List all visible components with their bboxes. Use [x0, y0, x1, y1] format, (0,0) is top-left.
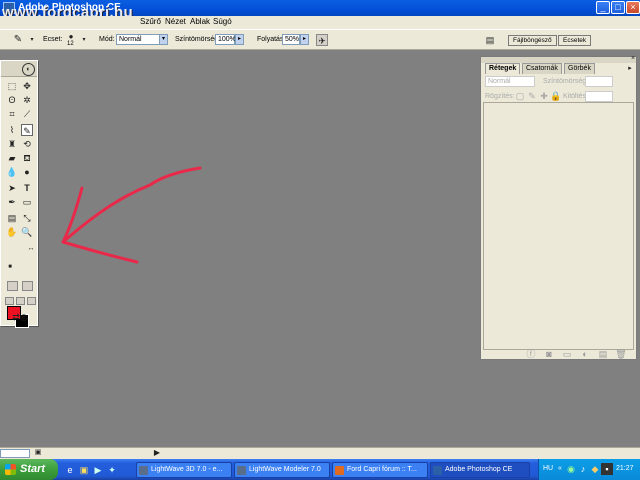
- windows-logo-icon: [5, 464, 16, 475]
- task-lightwave-modeler[interactable]: LightWave Modeler 7.0: [234, 462, 330, 478]
- layer-opacity-input[interactable]: [585, 76, 613, 87]
- firefox-icon: [335, 466, 344, 475]
- delete-layer-icon[interactable]: 🗑: [615, 348, 627, 360]
- lock-pixels-icon[interactable]: ✎: [526, 90, 538, 102]
- layers-panel: × Rétegek Csatornák Görbék ▸ Normál Szín…: [480, 55, 637, 360]
- lightwave-icon: [237, 466, 246, 475]
- layer-blend-mode-select[interactable]: Normál: [485, 76, 535, 87]
- status-bar: ▣ ▶: [0, 447, 640, 459]
- zoom-field[interactable]: [0, 449, 30, 458]
- layer-style-icon[interactable]: ⓕ: [525, 348, 537, 360]
- tray-volume-icon[interactable]: ♪: [577, 463, 589, 475]
- adjustment-layer-icon[interactable]: ◐: [579, 348, 591, 360]
- tray-app-icon[interactable]: ◆: [589, 463, 601, 475]
- task-label: Adobe Photoshop CE: [445, 466, 513, 473]
- tray-network-icon[interactable]: ◉: [565, 463, 577, 475]
- photoshop-icon: [433, 466, 442, 475]
- panel-menu-icon[interactable]: ▸: [624, 63, 636, 75]
- quicklaunch-ie-icon[interactable]: e: [64, 464, 76, 476]
- lock-all-icon[interactable]: 🔒: [550, 90, 562, 102]
- layer-opacity-label: Színtömörség:: [543, 78, 589, 85]
- taskbar: Start e ▣ ▶ ✦ LightWave 3D 7.0 - e... Li…: [0, 459, 640, 480]
- system-tray: HU « ◉ ♪ ◆ ▪ 21:27: [538, 459, 640, 480]
- task-photoshop[interactable]: Adobe Photoshop CE: [430, 462, 530, 478]
- tray-display-icon[interactable]: ▪: [601, 463, 613, 475]
- task-label: LightWave Modeler 7.0: [249, 466, 321, 473]
- new-set-icon[interactable]: ▭: [561, 348, 573, 360]
- tab-layers[interactable]: Rétegek: [485, 63, 521, 74]
- task-label: Ford Capri fórum :: T...: [347, 466, 417, 473]
- lock-label: Rögzítés:: [485, 93, 515, 100]
- fill-input[interactable]: [585, 91, 613, 102]
- quicklaunch-media-icon[interactable]: ▶: [92, 464, 104, 476]
- clock: 21:27: [616, 465, 634, 472]
- tab-curves[interactable]: Görbék: [564, 63, 595, 74]
- arrow-stroke: [61, 166, 202, 264]
- lock-transparency-icon[interactable]: ▢: [514, 90, 526, 102]
- task-lightwave-3d[interactable]: LightWave 3D 7.0 - e...: [136, 462, 232, 478]
- lock-position-icon[interactable]: ✚: [538, 90, 550, 102]
- status-menu-arrow-icon[interactable]: ▶: [151, 447, 163, 459]
- new-layer-icon[interactable]: ▤: [597, 348, 609, 360]
- status-icon: ▣: [34, 449, 42, 456]
- quicklaunch-messenger-icon[interactable]: ✦: [106, 464, 118, 476]
- task-ford-capri-forum[interactable]: Ford Capri fórum :: T...: [332, 462, 428, 478]
- lightwave-icon: [139, 466, 148, 475]
- start-label: Start: [20, 463, 46, 475]
- layers-list[interactable]: [483, 102, 634, 350]
- task-label: LightWave 3D 7.0 - e...: [151, 466, 223, 473]
- layer-mask-icon[interactable]: ◙: [543, 348, 555, 360]
- layers-footer: ⓕ ◙ ▭ ◐ ▤ 🗑: [481, 348, 636, 360]
- tab-channels[interactable]: Csatornák: [522, 63, 562, 74]
- start-button[interactable]: Start: [0, 459, 58, 480]
- language-indicator[interactable]: HU: [543, 465, 553, 472]
- quicklaunch-desktop-icon[interactable]: ▣: [78, 464, 90, 476]
